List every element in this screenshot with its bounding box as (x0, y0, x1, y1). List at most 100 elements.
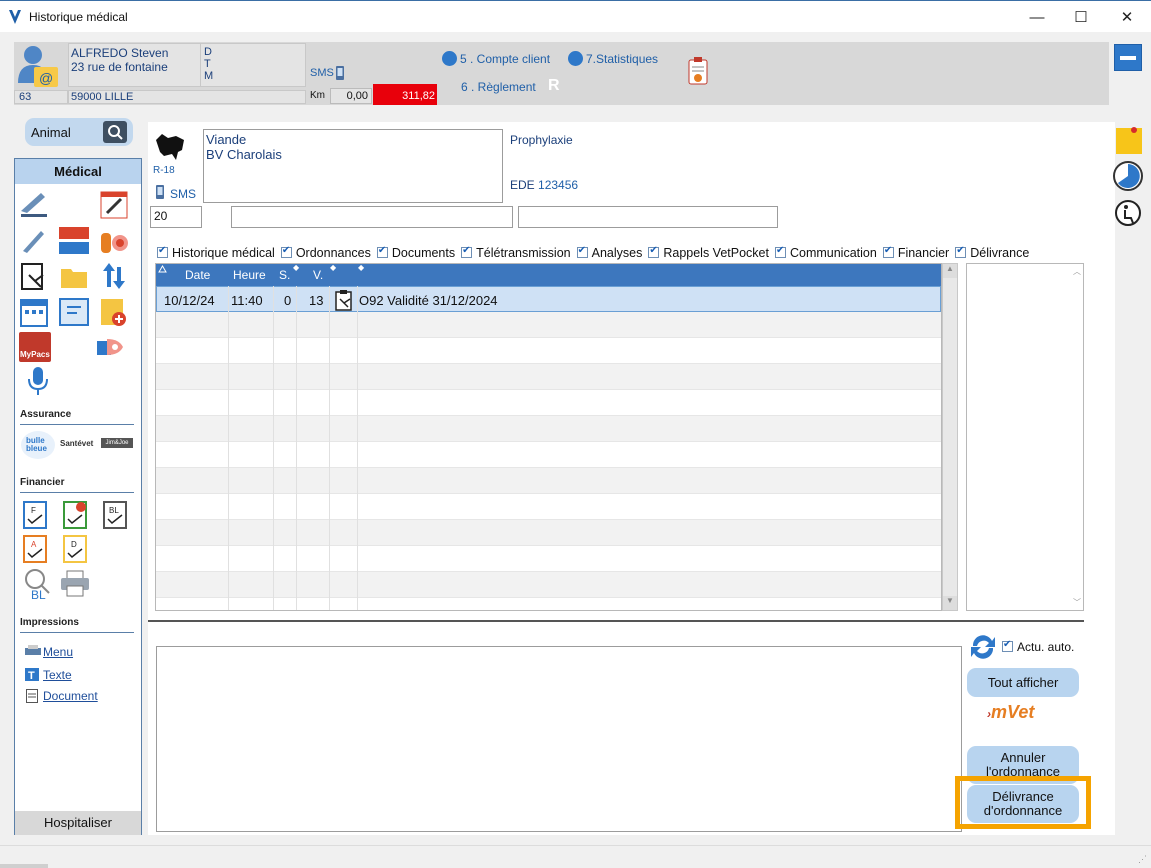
client-header: @ ALFREDO Steven 23 rue de fontaine D T … (14, 42, 1109, 105)
sticky-note-icon[interactable] (1116, 126, 1142, 154)
medical-record-icon[interactable] (99, 297, 129, 327)
reglement-link[interactable]: 6 . Règlement (461, 80, 536, 94)
invoice-icon[interactable]: F (21, 499, 51, 529)
delivrance-ordonnance-button[interactable]: Délivrance d'ordonnance (967, 785, 1079, 823)
print-texte-link[interactable]: Texte (43, 668, 72, 682)
filter-historique[interactable]: Historique médical (157, 245, 275, 260)
microphone-icon[interactable] (23, 365, 53, 395)
close-button[interactable]: ✕ (1104, 1, 1150, 33)
sort-s-icon[interactable]: ◆ (293, 264, 299, 272)
ocular-icon[interactable] (95, 333, 125, 363)
checkbox-checked[interactable] (882, 245, 894, 258)
client-dept: 63 (14, 90, 68, 104)
splitter[interactable] (148, 620, 1084, 622)
bulle-bleue-logo[interactable]: bulle bleue (21, 431, 55, 459)
checkbox-checked[interactable] (774, 245, 786, 258)
filter-delivrance[interactable]: Délivrance (955, 245, 1029, 260)
sort-v-icon[interactable]: ◆ (330, 264, 336, 272)
checkbox-checked[interactable] (955, 245, 967, 258)
scroll-down-arrow[interactable]: ▼ (943, 596, 957, 610)
animal-field-2[interactable] (231, 206, 513, 228)
table-scrollbar[interactable]: ▲ ▼ (942, 263, 958, 611)
filter-documents[interactable]: Documents (376, 245, 455, 260)
waiting-room-icon[interactable] (1114, 199, 1142, 227)
detail-text-area[interactable] (156, 646, 962, 832)
animal-field-1[interactable]: 20 (150, 206, 202, 228)
printer-icon[interactable] (59, 569, 91, 599)
lab-icon[interactable] (99, 225, 129, 255)
client-sms-label[interactable]: SMS (310, 67, 334, 79)
tout-afficher-button[interactable]: Tout afficher (967, 668, 1079, 697)
prescription-icon[interactable] (19, 261, 49, 291)
minimize-button[interactable]: — (1014, 1, 1060, 33)
filter-teletransmission[interactable]: Télétransmission (461, 245, 571, 260)
credit-icon[interactable] (61, 499, 91, 529)
folder-icon[interactable] (59, 261, 89, 291)
animal-description-box[interactable]: Viande BV Charolais (203, 129, 503, 203)
vaccine-calendar-icon[interactable] (99, 189, 129, 219)
medical-sidebar: Médical MyPacs Assurance bulle bleue San… (14, 158, 142, 835)
animal-phone-icon (156, 185, 164, 199)
row-description: O92 Validité 31/12/2024 (359, 293, 498, 308)
column-date[interactable]: Date (185, 268, 210, 282)
actu-auto-checkbox[interactable]: Actu. auto. (1002, 639, 1074, 654)
detail-scroll-down-arrow[interactable]: ﹀ (1073, 597, 1081, 608)
detail-scroll-up-arrow[interactable]: ︿ (1073, 266, 1081, 277)
mvet-logo[interactable]: ›mVet (987, 702, 1034, 723)
avoir-icon[interactable]: A (21, 533, 51, 563)
detail-list[interactable]: ︿ ﹀ (966, 263, 1084, 611)
treatment-icon[interactable] (59, 225, 89, 255)
print-menu-link[interactable]: Menu (43, 645, 73, 659)
search-bl-icon[interactable]: BL (21, 567, 55, 601)
filter-ordonnances[interactable]: Ordonnances (280, 245, 371, 260)
client-balance[interactable]: 311,82 (373, 84, 437, 105)
row-v: 13 (309, 293, 324, 308)
checkbox-checked[interactable] (1002, 639, 1013, 652)
column-v[interactable]: V. (313, 268, 323, 282)
status-bar: ⋰ (0, 845, 1151, 868)
collapse-button[interactable] (1114, 44, 1142, 71)
animal-sms-link[interactable]: SMS (170, 187, 196, 201)
scroll-up-arrow[interactable]: ▲ (943, 264, 957, 278)
client-avatar-icon[interactable]: @ (16, 43, 66, 89)
scalpel-icon[interactable] (19, 189, 49, 219)
animal-button[interactable]: Animal (25, 118, 133, 146)
calendar-icon[interactable] (19, 297, 49, 327)
column-s[interactable]: S. (279, 268, 290, 282)
certificate-icon[interactable] (687, 56, 709, 86)
checkbox-checked[interactable] (280, 245, 292, 258)
print-document-link[interactable]: Document (43, 689, 98, 703)
checkbox-checked[interactable] (376, 245, 388, 258)
filter-rappels-vetpocket[interactable]: Rappels VetPocket (648, 245, 769, 260)
sort-up-icon[interactable] (158, 265, 167, 273)
hospitaliser-button[interactable]: Hospitaliser (15, 811, 141, 835)
filter-communication[interactable]: Communication (774, 245, 877, 260)
checkbox-checked[interactable] (157, 245, 168, 258)
statistiques-link[interactable]: 7.Statistiques (568, 51, 658, 66)
transfer-arrows-icon[interactable] (99, 261, 129, 291)
sort-desc-icon[interactable]: ◆ (358, 264, 364, 272)
search-icon[interactable] (103, 121, 127, 143)
santevet-logo[interactable]: Santévet (60, 439, 93, 448)
filter-financier[interactable]: Financier (882, 245, 949, 260)
filter-analyses[interactable]: Analyses (576, 245, 642, 260)
checkbox-checked[interactable] (461, 245, 473, 258)
cow-icon (156, 134, 184, 160)
delivery-note-icon[interactable]: BL (101, 499, 131, 529)
checkbox-checked[interactable] (576, 245, 588, 258)
animal-field-3[interactable] (518, 206, 778, 228)
jimjoe-logo[interactable]: Jim&Joe (101, 438, 133, 448)
refresh-icon[interactable] (968, 631, 998, 663)
ede-label: EDE 123456 (510, 178, 579, 192)
resize-grip-icon[interactable]: ⋰ (1138, 854, 1147, 865)
reglement-badge: R (548, 77, 560, 94)
checkbox-checked[interactable] (648, 245, 660, 258)
compte-client-link[interactable]: 5 . Compte client (442, 51, 550, 66)
imaging-icon[interactable] (59, 297, 89, 327)
column-heure[interactable]: Heure (233, 268, 266, 282)
devis-icon[interactable]: D (61, 533, 91, 563)
brush-icon[interactable] (19, 225, 49, 255)
mypacs-button[interactable]: MyPacs (19, 332, 51, 362)
clock-icon[interactable] (1112, 160, 1144, 192)
maximize-button[interactable]: ☐ (1058, 1, 1104, 33)
